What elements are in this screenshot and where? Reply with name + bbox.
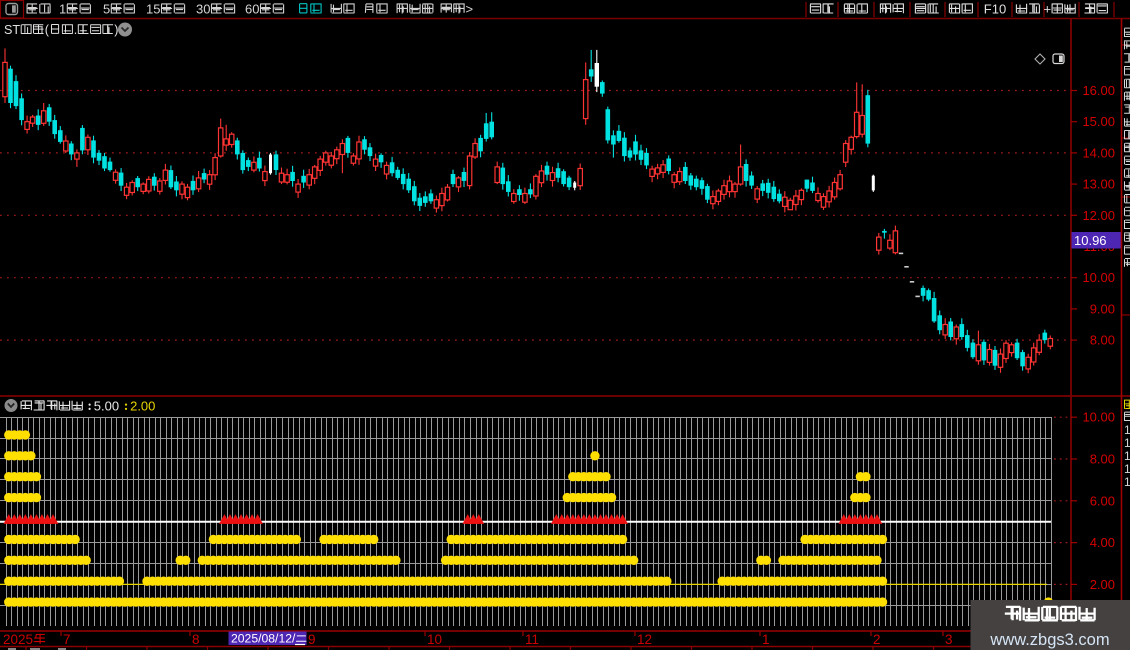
svg-text:>: > <box>466 2 474 17</box>
svg-text:): ) <box>114 23 118 37</box>
svg-text:1: 1 <box>1124 462 1130 476</box>
svg-text:10.00: 10.00 <box>1082 270 1115 285</box>
svg-text:6.00: 6.00 <box>1090 493 1115 508</box>
svg-text:2025: 2025 <box>3 632 33 647</box>
svg-text:10.00: 10.00 <box>1082 410 1115 425</box>
svg-text:16.00: 16.00 <box>1082 83 1115 98</box>
svg-text:14.00: 14.00 <box>1082 145 1115 160</box>
svg-text:10.96: 10.96 <box>1074 233 1107 248</box>
svg-text:3: 3 <box>945 632 953 647</box>
svg-text:8.00: 8.00 <box>1090 452 1115 467</box>
svg-text:15.00: 15.00 <box>1082 114 1115 129</box>
svg-text:1: 1 <box>59 2 66 17</box>
svg-text:1: 1 <box>762 632 770 647</box>
svg-text:2.00: 2.00 <box>1090 577 1115 592</box>
svg-text:9.00: 9.00 <box>1090 301 1115 316</box>
svg-text:12: 12 <box>637 632 652 647</box>
svg-text:30: 30 <box>196 2 210 17</box>
svg-text:11: 11 <box>525 632 539 647</box>
svg-text:60: 60 <box>245 2 259 17</box>
svg-text:1: 1 <box>1124 475 1130 489</box>
svg-text:1: 1 <box>1124 436 1130 450</box>
svg-text:2025/08/12/: 2025/08/12/ <box>231 632 296 646</box>
svg-text:12.00: 12.00 <box>1082 208 1115 223</box>
svg-text:7: 7 <box>63 632 71 647</box>
svg-text:F10: F10 <box>984 2 1006 17</box>
svg-text:1: 1 <box>1124 449 1130 463</box>
svg-text:4.00: 4.00 <box>1090 535 1115 550</box>
svg-text:13.00: 13.00 <box>1082 177 1115 192</box>
svg-text:www.zbgs3.com: www.zbgs3.com <box>989 631 1109 649</box>
svg-text:10: 10 <box>427 632 442 647</box>
svg-text:.: . <box>74 23 78 37</box>
svg-text:8: 8 <box>192 632 200 647</box>
svg-text:9: 9 <box>308 632 316 647</box>
svg-text:5.00: 5.00 <box>94 399 119 414</box>
svg-text:ST: ST <box>4 23 20 37</box>
svg-text:1: 1 <box>1124 423 1130 437</box>
svg-text:+: + <box>1044 2 1052 17</box>
svg-text:2.00: 2.00 <box>130 399 155 414</box>
svg-text:5: 5 <box>103 2 110 17</box>
svg-text:8.00: 8.00 <box>1090 333 1115 348</box>
svg-text:15: 15 <box>146 2 160 17</box>
svg-text:2: 2 <box>873 632 881 647</box>
